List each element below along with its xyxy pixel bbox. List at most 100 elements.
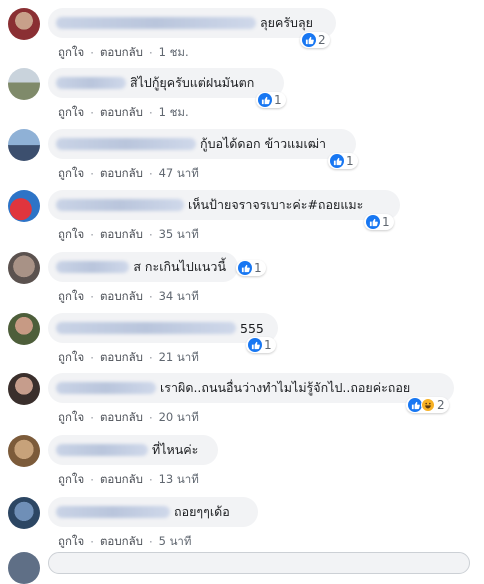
reply-link[interactable]: ตอบกลับ [100, 165, 143, 183]
avatar[interactable] [8, 129, 40, 161]
like-link[interactable]: ถูกใจ [58, 288, 84, 306]
comment: สิไปกู้ยุครับแต่ฝนมันตก 1 ถูกใจ · ตอบกลั… [0, 68, 484, 128]
timestamp[interactable]: 5 นาที [159, 533, 192, 551]
separator-dot: · [148, 228, 153, 242]
commenter-name-redacted[interactable] [56, 444, 148, 456]
avatar[interactable] [8, 252, 40, 284]
current-user-avatar[interactable] [8, 552, 40, 584]
separator-dot: · [90, 411, 94, 425]
separator-dot: · [90, 351, 94, 365]
like-link[interactable]: ถูกใจ [58, 226, 84, 244]
comment-actions: ถูกใจ · ตอบกลับ · 1 ชม. [58, 104, 189, 122]
reply-link[interactable]: ตอบกลับ [100, 533, 143, 551]
avatar[interactable] [8, 190, 40, 222]
commenter-name-redacted[interactable] [56, 261, 130, 273]
separator-dot: · [148, 473, 153, 487]
reaction-count[interactable]: 1 [364, 214, 394, 230]
timestamp[interactable]: 1 ชม. [159, 44, 189, 62]
like-link[interactable]: ถูกใจ [58, 165, 84, 183]
reaction-count[interactable]: 1 [236, 260, 266, 276]
reply-link[interactable]: ตอบกลับ [100, 471, 143, 489]
comment: เราผิด..ถนนอื่นว่างทำไมไม่รู้จักไป..ถอยค… [0, 373, 484, 433]
reply-link[interactable]: ตอบกลับ [100, 226, 143, 244]
avatar[interactable] [8, 435, 40, 467]
separator-dot: · [90, 167, 94, 181]
comment-actions: ถูกใจ · ตอบกลับ · 21 นาที [58, 349, 199, 367]
comment-text: ถอยๆๆเด้อ [174, 504, 230, 519]
comment-actions: ถูกใจ · ตอบกลับ · 35 นาที [58, 226, 199, 244]
reply-link[interactable]: ตอบกลับ [100, 288, 143, 306]
separator-dot: · [148, 106, 153, 120]
commenter-name-redacted[interactable] [56, 322, 236, 334]
reaction-count[interactable]: 2 [300, 32, 330, 48]
reaction-count[interactable]: 1 [256, 92, 286, 108]
like-link[interactable]: ถูกใจ [58, 471, 84, 489]
commenter-name-redacted[interactable] [56, 77, 126, 89]
separator-dot: · [148, 290, 153, 304]
commenter-name-redacted[interactable] [56, 199, 184, 211]
write-comment-input[interactable] [48, 552, 470, 574]
comment: 555 1 ถูกใจ · ตอบกลับ · 21 นาที [0, 313, 484, 373]
reaction-number: 1 [382, 215, 390, 229]
comment-text: 555 [240, 320, 264, 336]
separator-dot: · [90, 46, 94, 60]
avatar[interactable] [8, 497, 40, 529]
comment-bubble: เห็นป้ายจราจรเบาะค่ะ#ถอยแมะ [48, 190, 400, 220]
separator-dot: · [90, 106, 94, 120]
comment-text: เห็นป้ายจราจรเบาะค่ะ#ถอยแมะ [188, 197, 364, 212]
avatar[interactable] [8, 373, 40, 405]
timestamp[interactable]: 13 นาที [159, 471, 199, 489]
comment-text: สิไปกู้ยุครับแต่ฝนมันตก [130, 75, 255, 90]
commenter-name-redacted[interactable] [56, 17, 256, 29]
reply-link[interactable]: ตอบกลับ [100, 409, 143, 427]
comment-text: ที่ไหนค่ะ [152, 442, 199, 457]
reaction-count[interactable]: 2 [406, 397, 449, 413]
comment: ส กะเกินไปแนวนี้ 1 ถูกใจ · ตอบกลับ · 34 … [0, 252, 484, 312]
comment-actions: ถูกใจ · ตอบกลับ · 1 ชม. [58, 44, 189, 62]
separator-dot: · [148, 167, 153, 181]
separator-dot: · [90, 228, 94, 242]
reaction-count[interactable]: 1 [246, 337, 276, 353]
like-icon [238, 261, 252, 275]
like-link[interactable]: ถูกใจ [58, 44, 84, 62]
reply-link[interactable]: ตอบกลับ [100, 349, 143, 367]
separator-dot: · [90, 290, 94, 304]
separator-dot: · [148, 535, 153, 549]
comment: เห็นป้ายจราจรเบาะค่ะ#ถอยแมะ 1 ถูกใจ · ตอ… [0, 190, 484, 250]
like-link[interactable]: ถูกใจ [58, 409, 84, 427]
reply-link[interactable]: ตอบกลับ [100, 44, 143, 62]
commenter-name-redacted[interactable] [56, 506, 170, 518]
reaction-number: 1 [346, 154, 354, 168]
comment-actions: ถูกใจ · ตอบกลับ · 34 นาที [58, 288, 199, 306]
separator-dot: · [148, 46, 153, 60]
separator-dot: · [148, 351, 153, 365]
avatar[interactable] [8, 8, 40, 40]
comment-text: ส กะเกินไปแนวนี้ [133, 259, 226, 274]
haha-icon [421, 398, 435, 412]
timestamp[interactable]: 47 นาที [159, 165, 199, 183]
reply-link[interactable]: ตอบกลับ [100, 104, 143, 122]
timestamp[interactable]: 34 นาที [159, 288, 199, 306]
avatar[interactable] [8, 313, 40, 345]
commenter-name-redacted[interactable] [56, 382, 156, 394]
timestamp[interactable]: 1 ชม. [159, 104, 189, 122]
comment-bubble: กู้บอได้ดอก ข้าวแมเฒ่า [48, 129, 356, 159]
comment-bubble: 555 [48, 313, 278, 343]
timestamp[interactable]: 20 นาที [159, 409, 199, 427]
like-link[interactable]: ถูกใจ [58, 104, 84, 122]
like-link[interactable]: ถูกใจ [58, 349, 84, 367]
reaction-number: 2 [318, 33, 326, 47]
comment-bubble: สิไปกู้ยุครับแต่ฝนมันตก [48, 68, 284, 98]
like-icon [248, 338, 262, 352]
like-icon [330, 154, 344, 168]
reaction-count[interactable]: 1 [328, 153, 358, 169]
avatar[interactable] [8, 68, 40, 100]
timestamp[interactable]: 21 นาที [159, 349, 199, 367]
like-link[interactable]: ถูกใจ [58, 533, 84, 551]
comment-bubble: ส กะเกินไปแนวนี้ [48, 252, 238, 282]
comment-actions: ถูกใจ · ตอบกลับ · 5 นาที [58, 533, 191, 551]
commenter-name-redacted[interactable] [56, 138, 196, 150]
like-icon [408, 398, 422, 412]
comment-actions: ถูกใจ · ตอบกลับ · 13 นาที [58, 471, 199, 489]
timestamp[interactable]: 35 นาที [159, 226, 199, 244]
